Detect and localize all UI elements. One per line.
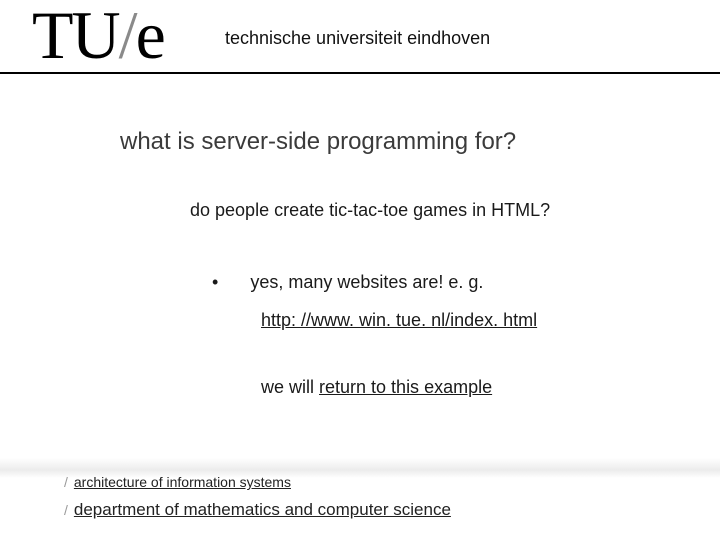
bullet-text: yes, many websites are! e. g. [250,272,483,293]
bullet-item: • yes, many websites are! e. g. [212,272,483,293]
footer-slash-1: / [64,474,68,490]
header-divider [0,72,720,74]
logo-slash: / [119,0,136,73]
logo: TU/e [32,0,164,75]
logo-tu: TU [32,0,119,73]
slide-title: what is server-side programming for? [120,128,516,156]
slide-question: do people create tic-tac-toe games in HT… [190,200,550,221]
return-line: we will return to this example [261,377,492,398]
university-name: technische universiteit eindhoven [225,28,490,49]
footer-link-1[interactable]: architecture of information systems [74,474,291,490]
footer: / architecture of information systems / de… [64,470,451,526]
footer-line-2: / department of mathematics and computer … [64,495,451,526]
logo-e: e [136,0,164,73]
footer-slash-2: / [64,502,68,518]
return-prefix: we will [261,377,319,397]
bullet-mark: • [212,272,218,293]
footer-line-1: / architecture of information systems [64,470,451,495]
example-link[interactable]: http: //www. win. tue. nl/index. html [261,310,537,331]
header: TU/e technische universiteit eindhoven [0,0,720,82]
footer-link-2[interactable]: department of mathematics and computer s… [74,500,451,519]
return-underlined: return to this example [319,377,492,397]
